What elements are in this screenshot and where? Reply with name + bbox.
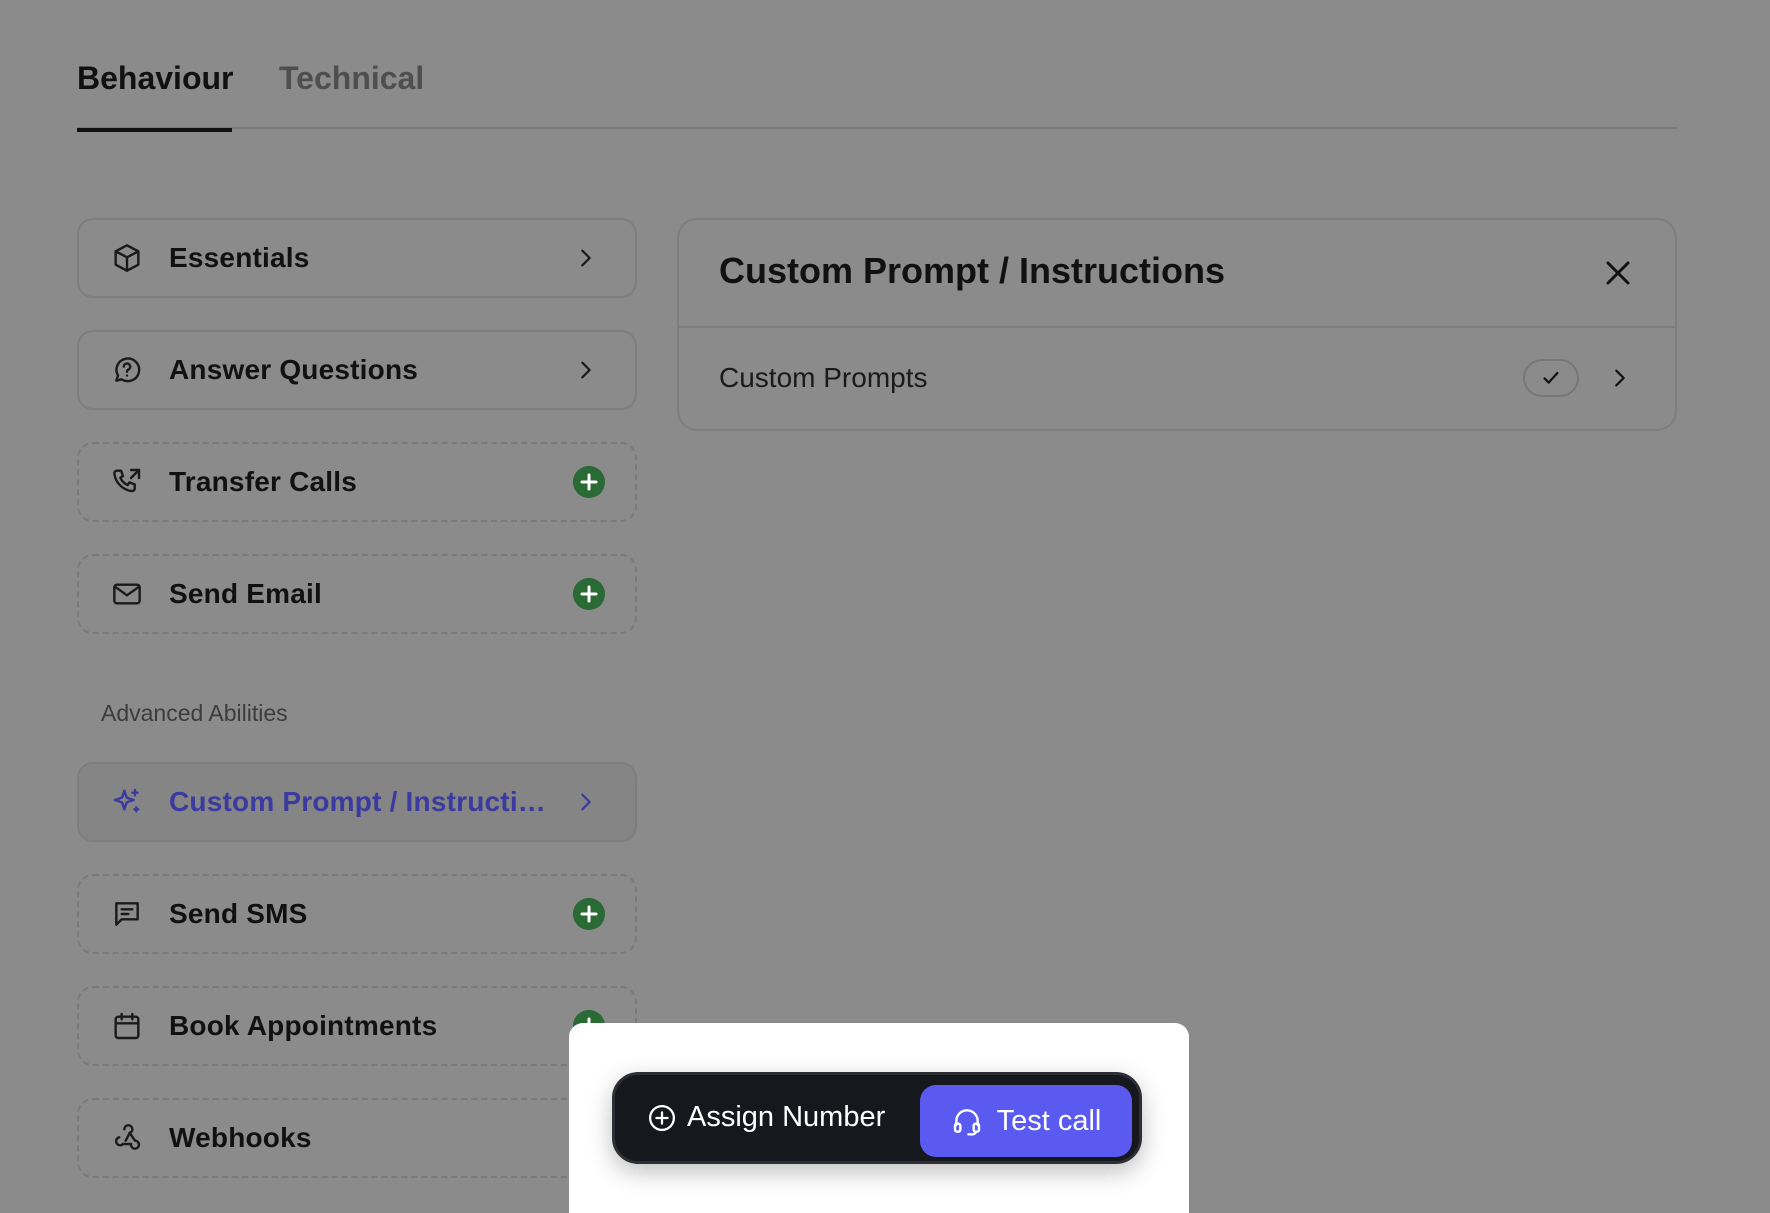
message-question-icon xyxy=(115,357,141,383)
ability-custom-prompt[interactable]: Custom Prompt / Instructi… xyxy=(77,762,637,842)
assign-number-button[interactable]: Assign Number xyxy=(647,1101,885,1134)
tab-divider xyxy=(77,127,1677,129)
close-icon[interactable] xyxy=(1603,258,1633,288)
chevron-right-icon[interactable] xyxy=(575,359,597,381)
panel-title: Custom Prompt / Instructions xyxy=(719,250,1226,291)
ability-book-appointments[interactable]: Book Appointments xyxy=(77,986,637,1066)
chevron-right-icon[interactable] xyxy=(575,247,597,269)
ability-label: Essentials xyxy=(169,242,310,273)
ability-send-sms[interactable]: Send SMS xyxy=(77,874,637,954)
chevron-right-icon[interactable] xyxy=(1609,367,1631,389)
ability-label: Answer Questions xyxy=(169,354,419,385)
tab-technical[interactable]: Technical xyxy=(279,60,424,97)
ability-webhooks[interactable]: Webhooks xyxy=(77,1098,637,1178)
ability-transfer-calls[interactable]: Transfer Calls xyxy=(77,442,637,522)
headset-icon xyxy=(953,1109,980,1136)
active-tab-indicator xyxy=(77,128,232,132)
custom-prompts-label[interactable]: Custom Prompts xyxy=(719,362,928,394)
test-call-label: Test call xyxy=(996,1104,1102,1137)
ability-label: Send SMS xyxy=(169,898,308,929)
custom-prompt-panel: Custom Prompt / Instructions Custom Prom… xyxy=(677,218,1677,431)
add-icon[interactable] xyxy=(573,578,605,610)
box-icon xyxy=(114,244,140,272)
ability-label: Custom Prompt / Instructi… xyxy=(169,786,546,817)
panel-divider xyxy=(679,326,1675,328)
message-square-icon xyxy=(115,902,139,926)
test-call-button[interactable]: Test call xyxy=(920,1085,1132,1157)
chevron-right-icon[interactable] xyxy=(575,791,597,813)
bottom-action-bar: Assign Number Test call xyxy=(612,1072,1142,1164)
sparkles-icon xyxy=(113,788,140,813)
ability-label: Webhooks xyxy=(169,1122,312,1153)
tab-bar: Behaviour Technical xyxy=(77,0,1677,132)
ability-label: Book Appointments xyxy=(169,1010,438,1041)
add-icon[interactable] xyxy=(573,466,605,498)
assign-number-label: Assign Number xyxy=(687,1101,886,1133)
add-icon[interactable] xyxy=(573,898,605,930)
ability-label: Transfer Calls xyxy=(169,466,357,497)
advanced-abilities-heading: Advanced Abilities xyxy=(101,700,288,726)
calendar-icon xyxy=(114,1012,140,1040)
tab-behaviour[interactable]: Behaviour xyxy=(77,60,233,97)
enabled-badge xyxy=(1523,359,1579,397)
ability-send-email[interactable]: Send Email xyxy=(77,554,637,634)
phone-forward-icon xyxy=(113,468,141,493)
ability-answer-questions[interactable]: Answer Questions xyxy=(77,330,637,410)
webhook-icon xyxy=(114,1124,141,1150)
mail-icon xyxy=(113,583,141,605)
check-icon xyxy=(1543,371,1559,384)
ability-label: Send Email xyxy=(169,578,322,609)
plus-circle-icon xyxy=(649,1104,675,1131)
ability-essentials[interactable]: Essentials xyxy=(77,218,637,298)
